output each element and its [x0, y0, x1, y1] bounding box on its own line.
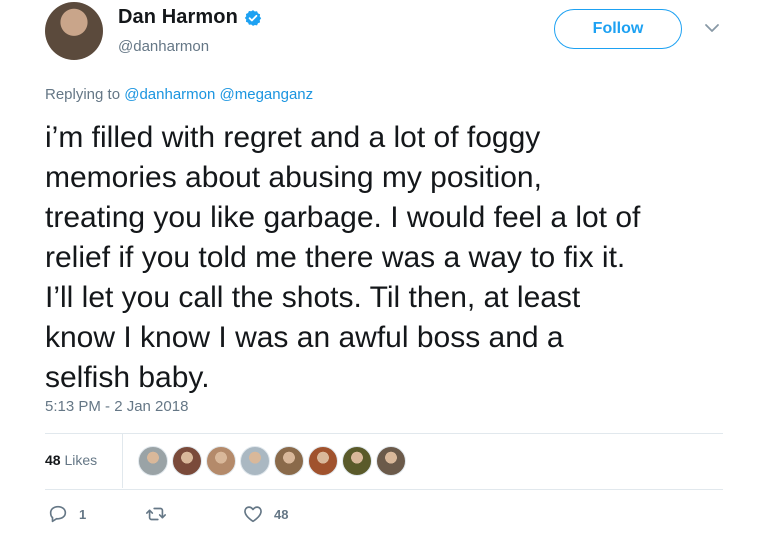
reply-mention-link[interactable]: @meganganz	[220, 86, 314, 103]
liker-avatar[interactable]	[342, 446, 372, 476]
retweet-button[interactable]	[145, 503, 177, 525]
liker-avatar[interactable]	[308, 446, 338, 476]
likes-stat[interactable]: 48 Likes	[45, 452, 97, 468]
liker-avatar[interactable]	[376, 446, 406, 476]
reply-context-prefix: Replying to	[45, 86, 125, 103]
liker-avatars	[138, 446, 410, 476]
divider	[45, 489, 723, 490]
reply-icon	[49, 505, 67, 523]
liker-avatar[interactable]	[240, 446, 270, 476]
retweet-icon	[146, 507, 166, 521]
liker-avatar[interactable]	[274, 446, 304, 476]
author-avatar[interactable]	[45, 2, 103, 60]
likes-row: 48 Likes	[45, 434, 723, 488]
reply-context: Replying to @danharmon @meganganz	[45, 86, 313, 103]
author-handle[interactable]: @danharmon	[118, 38, 209, 55]
follow-button[interactable]: Follow	[554, 9, 682, 49]
author-name-row: Dan Harmon	[118, 6, 262, 29]
likes-label: Likes	[64, 452, 98, 468]
author-display-name[interactable]: Dan Harmon	[118, 6, 238, 29]
tweet-actions: 1 48	[45, 503, 723, 533]
tweet-text: i’m filled with regret and a lot of fogg…	[45, 121, 641, 394]
reply-button[interactable]: 1	[47, 503, 86, 525]
liker-avatar[interactable]	[172, 446, 202, 476]
tweet-timestamp[interactable]: 5:13 PM - 2 Jan 2018	[45, 398, 188, 415]
likes-count: 48	[45, 452, 61, 468]
liker-avatar[interactable]	[138, 446, 168, 476]
reply-mention-link[interactable]: @danharmon	[124, 86, 215, 103]
verified-badge-icon	[244, 9, 262, 26]
reply-count: 1	[79, 506, 87, 522]
like-button[interactable]: 48	[242, 503, 288, 525]
liker-avatar[interactable]	[206, 446, 236, 476]
heart-icon	[244, 506, 262, 523]
like-count: 48	[274, 506, 289, 522]
chevron-down-icon[interactable]	[704, 22, 720, 34]
divider	[122, 434, 123, 488]
